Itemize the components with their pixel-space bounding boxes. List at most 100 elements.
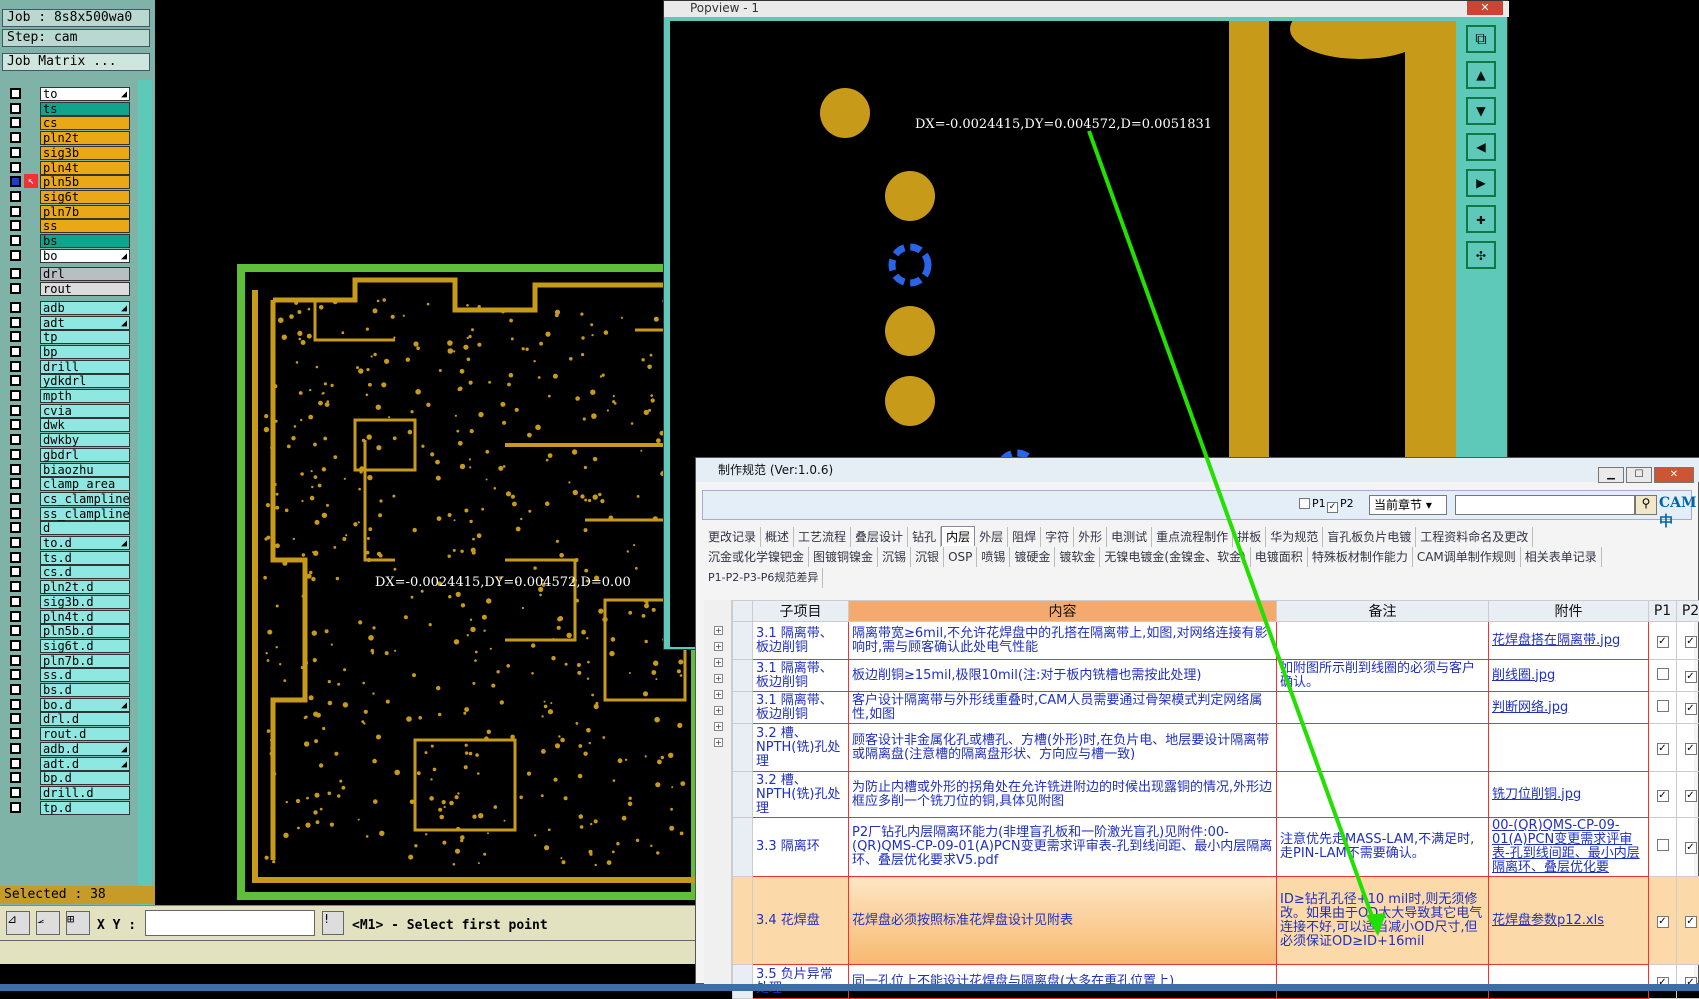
pan-down-icon[interactable]: ▼ bbox=[1466, 97, 1496, 125]
layer-name[interactable]: pln7b bbox=[40, 205, 130, 219]
layer-name[interactable]: ss.d bbox=[40, 668, 130, 682]
layer-checkbox[interactable] bbox=[10, 419, 21, 430]
layer-row[interactable]: biaozhu bbox=[8, 462, 146, 477]
layer-name[interactable]: pln2t bbox=[40, 131, 130, 145]
row-selector[interactable] bbox=[733, 692, 753, 724]
layer-checkbox[interactable] bbox=[10, 331, 21, 342]
layer-name[interactable]: ydkdrl bbox=[40, 374, 130, 388]
layer-row[interactable]: tp.d bbox=[8, 800, 146, 815]
layer-name[interactable]: drl.d bbox=[40, 712, 130, 726]
row-selector[interactable] bbox=[733, 660, 753, 692]
column-header[interactable]: 备注 bbox=[1277, 601, 1489, 622]
layer-checkbox[interactable] bbox=[10, 669, 21, 680]
layer-row[interactable]: pln2t.d bbox=[8, 579, 146, 594]
layer-row[interactable]: bp bbox=[8, 344, 146, 359]
layer-row[interactable]: pln2t bbox=[8, 130, 146, 145]
layer-checkbox[interactable] bbox=[10, 493, 21, 504]
layer-row[interactable]: rout bbox=[8, 281, 146, 296]
layer-row[interactable]: pln7b.d bbox=[8, 653, 146, 668]
layer-row[interactable]: cvia bbox=[8, 403, 146, 418]
layer-row[interactable]: bs bbox=[8, 233, 146, 248]
row-selector[interactable] bbox=[733, 877, 753, 965]
checkbox-icon[interactable]: ✓ bbox=[1685, 916, 1697, 928]
table-row[interactable]: 3.1 隔离带、板边削铜隔离带宽≥6mil,不允许花焊盘中的孔搭在隔离带上,如图… bbox=[733, 622, 1699, 660]
spec-tab[interactable]: 钻孔 bbox=[908, 527, 941, 547]
checkbox-icon[interactable]: ✓ bbox=[1657, 743, 1669, 755]
layer-row[interactable]: rout.d bbox=[8, 726, 146, 741]
column-header[interactable]: 附件 bbox=[1489, 601, 1649, 622]
attachment-link[interactable] bbox=[1489, 724, 1649, 772]
layer-name[interactable]: cs_clampline bbox=[40, 492, 130, 506]
layer-row[interactable]: to◢ bbox=[8, 86, 146, 101]
table-row[interactable]: 3.3 隔离环P2厂钻孔内层隔离环能力(非埋盲孔板和一阶激光盲孔)见附件:00-… bbox=[733, 818, 1699, 877]
spec-tab[interactable]: 华为规范 bbox=[1266, 527, 1323, 547]
expand-icon[interactable]: + bbox=[714, 674, 723, 683]
layer-name[interactable]: adb◢ bbox=[40, 301, 130, 315]
layer-name[interactable]: bp.d bbox=[40, 771, 130, 785]
layer-name[interactable]: sig6t bbox=[40, 190, 130, 204]
checkbox-icon[interactable]: ✓ bbox=[1657, 790, 1669, 802]
expand-icon[interactable]: + bbox=[714, 690, 723, 699]
grid-tool-icon[interactable]: ⊞ bbox=[66, 911, 90, 935]
zoom-out-icon[interactable]: ✣ bbox=[1466, 241, 1496, 269]
board-canvas[interactable] bbox=[155, 0, 695, 905]
spec-tab[interactable]: 外层 bbox=[975, 527, 1008, 547]
row-selector[interactable] bbox=[733, 965, 753, 999]
layer-checkbox[interactable] bbox=[10, 434, 21, 445]
spec-tab[interactable]: 盲孔板负片电镀 bbox=[1323, 527, 1416, 547]
layer-checkbox[interactable] bbox=[10, 375, 21, 386]
spec-tab[interactable]: 图镀铜镍金 bbox=[809, 547, 878, 567]
pan-right-icon[interactable]: ▶ bbox=[1466, 169, 1496, 197]
table-row[interactable]: 3.4 花焊盘花焊盘必须按照标准花焊盘设计见附表ID≥钻孔孔径+10 mil时,… bbox=[733, 877, 1699, 965]
column-header[interactable]: P2 bbox=[1677, 601, 1699, 622]
layer-row[interactable]: ts bbox=[8, 101, 146, 116]
layer-list-scrollbar[interactable] bbox=[138, 80, 152, 910]
spec-tab[interactable]: 沉金或化学镍钯金 bbox=[704, 547, 809, 567]
layer-name[interactable]: cs bbox=[40, 116, 130, 130]
checkbox-icon[interactable] bbox=[1299, 498, 1310, 509]
layer-row[interactable]: to.d◢ bbox=[8, 535, 146, 550]
layer-row[interactable]: sig6t bbox=[8, 189, 146, 204]
layer-row[interactable]: ss bbox=[8, 218, 146, 233]
layer-checkbox[interactable] bbox=[10, 132, 21, 143]
layer-checkbox[interactable] bbox=[10, 191, 21, 202]
select-all-header[interactable] bbox=[733, 601, 753, 622]
expand-icon[interactable]: + bbox=[714, 722, 723, 731]
spec-tab[interactable]: 喷锡 bbox=[977, 547, 1010, 567]
checkbox-icon[interactable]: ✓ bbox=[1327, 502, 1338, 513]
layer-name[interactable]: cs.d bbox=[40, 565, 130, 579]
job-matrix-button[interactable]: Job Matrix ... bbox=[2, 53, 150, 71]
layer-row[interactable]: adt.d◢ bbox=[8, 756, 146, 771]
layer-name[interactable]: tp bbox=[40, 330, 130, 344]
pan-up-icon[interactable]: ▲ bbox=[1466, 61, 1496, 89]
layer-checkbox[interactable] bbox=[10, 581, 21, 592]
expand-icon[interactable]: + bbox=[714, 658, 723, 667]
layer-name[interactable]: drill bbox=[40, 360, 130, 374]
spec-tab[interactable]: 特殊板材制作能力 bbox=[1308, 547, 1413, 567]
spec-tab[interactable]: 更改记录 bbox=[704, 527, 761, 547]
layer-checkbox[interactable] bbox=[10, 235, 21, 246]
measure-tool-icon[interactable]: ⦟ bbox=[36, 911, 60, 935]
layer-checkbox[interactable] bbox=[10, 655, 21, 666]
layer-row[interactable]: ↖pln5b bbox=[8, 174, 146, 189]
minimize-icon[interactable]: ▁ bbox=[1598, 467, 1624, 483]
attachment-link[interactable]: 花焊盘参数p12.xls bbox=[1489, 877, 1649, 965]
layer-name[interactable]: ss_clampline bbox=[40, 507, 130, 521]
table-row[interactable]: 3.2 槽、NPTH(铣)孔处理顾客设计非金属化孔或槽孔、方槽(外形)时,在负片… bbox=[733, 724, 1699, 772]
layer-name[interactable]: drl bbox=[40, 267, 130, 281]
layer-name[interactable]: ss bbox=[40, 219, 130, 233]
layer-name[interactable]: adt.d◢ bbox=[40, 757, 130, 771]
checkbox-icon[interactable] bbox=[1657, 839, 1669, 851]
layer-row[interactable]: ydkdrl bbox=[8, 373, 146, 388]
layer-name[interactable]: dwkby bbox=[40, 433, 130, 447]
spec-tab[interactable]: 沉锡 bbox=[878, 547, 911, 567]
layer-row[interactable]: tp bbox=[8, 329, 146, 344]
spec-tab[interactable]: 沉银 bbox=[911, 547, 944, 567]
layer-name[interactable]: biaozhu bbox=[40, 463, 130, 477]
checkbox-icon[interactable]: ✓ bbox=[1657, 916, 1669, 928]
layer-name[interactable]: rout.d bbox=[40, 727, 130, 741]
layer-row[interactable]: ss.d bbox=[8, 667, 146, 682]
layer-name[interactable]: cvia bbox=[40, 404, 130, 418]
layer-checkbox[interactable] bbox=[10, 220, 21, 231]
layer-checkbox[interactable] bbox=[10, 699, 21, 710]
